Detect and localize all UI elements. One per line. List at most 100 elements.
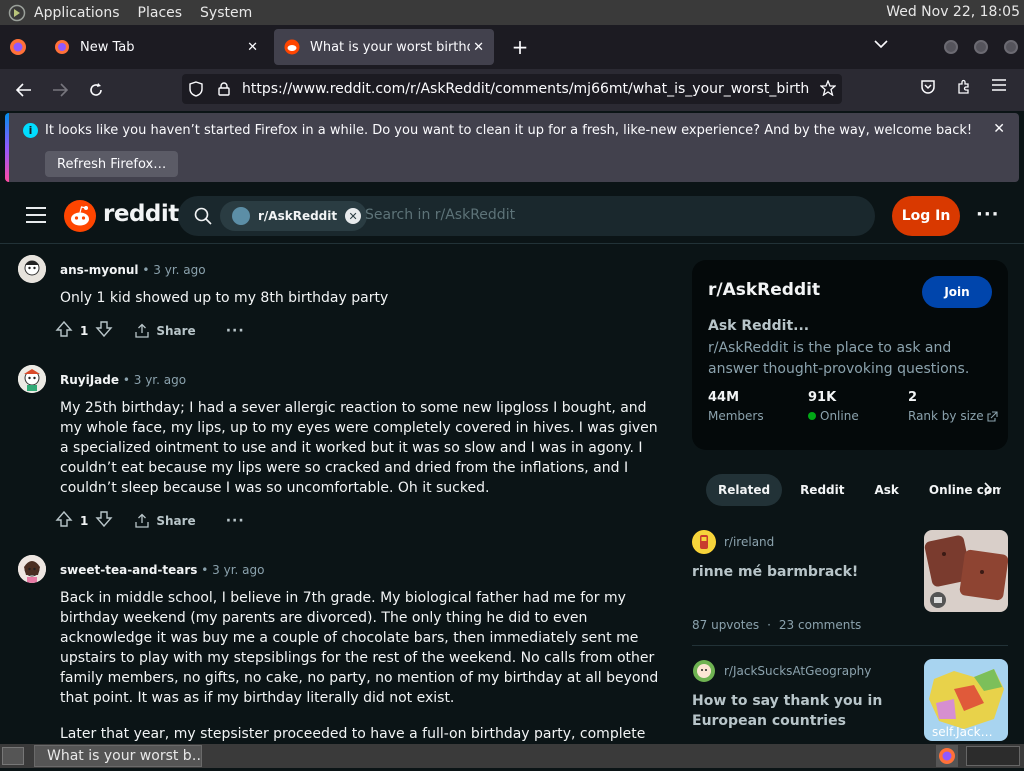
reddit-header: reddit r/AskReddit ✕ Search in r/AskRedd… — [0, 188, 1024, 244]
minimize-window-button[interactable] — [944, 40, 958, 54]
system-menu[interactable]: System — [200, 5, 252, 21]
taskbar-window-button[interactable]: What is your worst b… — [34, 745, 202, 767]
subreddit-description: r/AskReddit is the place to ask and answ… — [708, 340, 970, 377]
comment-paragraph: My 25th birthday; I had a sever allergic… — [60, 400, 658, 496]
vote-count: 1 — [80, 323, 89, 338]
forward-button[interactable] — [42, 74, 78, 106]
divider — [692, 645, 1008, 646]
applications-menu[interactable]: Applications — [34, 5, 120, 21]
comment-header: sweet-tea-and-tears • 3 yr. ago — [60, 563, 264, 577]
tab-reddit[interactable]: What is your worst birthday ✕ — [274, 29, 494, 65]
close-tab-icon[interactable]: ✕ — [247, 40, 258, 55]
back-button[interactable] — [6, 74, 42, 106]
comment-age: • 3 yr. ago — [201, 563, 265, 577]
close-window-button[interactable] — [1004, 40, 1018, 54]
list-all-tabs-icon[interactable] — [874, 37, 888, 53]
firefox-tray-icon[interactable] — [936, 745, 958, 767]
bookmark-star-icon[interactable] — [819, 79, 837, 100]
downvote-icon[interactable] — [94, 509, 114, 532]
search-icon — [194, 207, 212, 229]
reddit-wordmark[interactable]: reddit — [103, 201, 179, 227]
search-bar[interactable]: r/AskReddit ✕ Search in r/AskReddit — [178, 196, 875, 236]
lock-icon[interactable] — [210, 82, 238, 96]
refresh-firefox-button[interactable]: Refresh Firefox… — [45, 151, 179, 177]
gnome-foot-icon[interactable] — [6, 2, 28, 24]
workspace-switcher[interactable] — [966, 746, 1020, 766]
user-avatar[interactable] — [18, 365, 46, 393]
refresh-firefox-notification: i It looks like you haven’t started Fire… — [5, 113, 1019, 182]
hamburger-menu-icon[interactable] — [992, 79, 1006, 91]
more-options-icon[interactable]: ··· — [976, 204, 1000, 225]
close-tab-icon[interactable]: ✕ — [473, 40, 484, 55]
chip-related[interactable]: Related — [706, 474, 783, 506]
remove-chip-icon[interactable]: ✕ — [345, 208, 362, 224]
vote-count: 1 — [80, 513, 89, 528]
show-desktop-icon[interactable] — [2, 747, 24, 765]
comment-paragraph: Only 1 kid showed up to my 8th birthday … — [60, 290, 389, 306]
downvote-icon[interactable] — [94, 319, 114, 342]
user-avatar[interactable] — [18, 255, 46, 283]
share-icon — [135, 323, 150, 338]
subreddit-avatar-icon — [692, 530, 716, 554]
subreddit-avatar-icon — [692, 659, 716, 683]
post-thumbnail[interactable] — [924, 530, 1008, 612]
firefox-icon — [55, 40, 69, 54]
stat-online: 91K Online — [808, 390, 859, 423]
search-input[interactable]: Search in r/AskReddit — [365, 207, 515, 223]
join-button[interactable]: Join — [922, 276, 992, 308]
tab-new-tab[interactable]: New Tab ✕ — [44, 29, 268, 65]
comment-body: My 25th birthday; I had a sever allergic… — [60, 398, 660, 498]
external-link-icon — [987, 410, 998, 422]
login-button[interactable]: Log In — [892, 196, 960, 236]
chevron-right-icon[interactable] — [984, 482, 993, 500]
share-button[interactable]: Share — [134, 513, 196, 529]
post-title[interactable]: How to say thank you in European countri… — [692, 691, 902, 731]
menu-hamburger-icon[interactable] — [26, 207, 46, 223]
close-notification-icon[interactable]: ✕ — [993, 121, 1005, 137]
chip-reddit[interactable]: Reddit — [788, 474, 856, 506]
comment-more-icon[interactable]: ··· — [226, 323, 245, 339]
subreddit-search-chip[interactable]: r/AskReddit ✕ — [220, 201, 368, 231]
post-thumbnail[interactable]: self.Jack… — [924, 659, 1008, 741]
online-dot-icon — [808, 412, 816, 420]
comment-age: • 3 yr. ago — [122, 373, 187, 387]
comment-author[interactable]: ans-myonul — [60, 263, 139, 277]
thumbnail-label: self.Jack… — [932, 725, 993, 739]
post-subreddit[interactable]: r/ireland — [724, 535, 774, 549]
firefox-view-icon[interactable] — [0, 25, 36, 69]
pocket-icon[interactable] — [920, 79, 936, 95]
user-avatar[interactable] — [18, 555, 46, 583]
subreddit-title[interactable]: r/AskReddit — [708, 280, 820, 300]
stat-label[interactable]: Rank by size — [908, 409, 998, 423]
comment-author[interactable]: sweet-tea-and-tears — [60, 563, 197, 577]
related-chips: Related Reddit Ask Online com — [706, 474, 1007, 506]
tab-strip: New Tab ✕ What is your worst birthday ✕ … — [0, 25, 1024, 69]
places-menu[interactable]: Places — [138, 5, 183, 21]
maximize-window-button[interactable] — [974, 40, 988, 54]
clock[interactable]: Wed Nov 22, 18:05 — [886, 4, 1020, 20]
url-bar[interactable]: https://www.reddit.com/r/AskReddit/comme… — [182, 74, 842, 104]
reddit-favicon-icon — [284, 39, 300, 55]
subreddit-info-card: r/AskReddit Join Ask Reddit... r/AskRedd… — [692, 260, 1008, 450]
extensions-puzzle-icon[interactable] — [956, 79, 972, 95]
new-tab-button[interactable]: + — [504, 31, 536, 63]
post-meta: 87 upvotes · 23 comments — [692, 618, 862, 632]
comment-author[interactable]: RuyiJade — [60, 373, 119, 387]
upvote-icon[interactable] — [54, 509, 74, 532]
reload-button[interactable] — [78, 74, 114, 106]
tracking-protection-shield-icon[interactable] — [182, 81, 210, 97]
post-title[interactable]: rinne mé barmbrack! — [692, 562, 902, 582]
upvote-icon[interactable] — [54, 319, 74, 342]
stat-value: 91K — [808, 390, 837, 405]
stat-label: Online — [808, 409, 859, 423]
comment-paragraph: Back in middle school, I believe in 7th … — [60, 590, 659, 706]
url-text[interactable]: https://www.reddit.com/r/AskReddit/comme… — [242, 81, 810, 97]
tab-title: What is your worst birthday — [310, 39, 470, 55]
stat-rank: 2 Rank by size — [908, 390, 998, 423]
chip-ask[interactable]: Ask — [862, 474, 910, 506]
comment-more-icon[interactable]: ··· — [226, 513, 245, 529]
share-button[interactable]: Share — [134, 323, 196, 339]
post-subreddit[interactable]: r/JackSucksAtGeography — [724, 664, 871, 678]
reddit-snoo-logo-icon[interactable] — [64, 200, 96, 232]
stat-value: 44M — [708, 390, 740, 405]
